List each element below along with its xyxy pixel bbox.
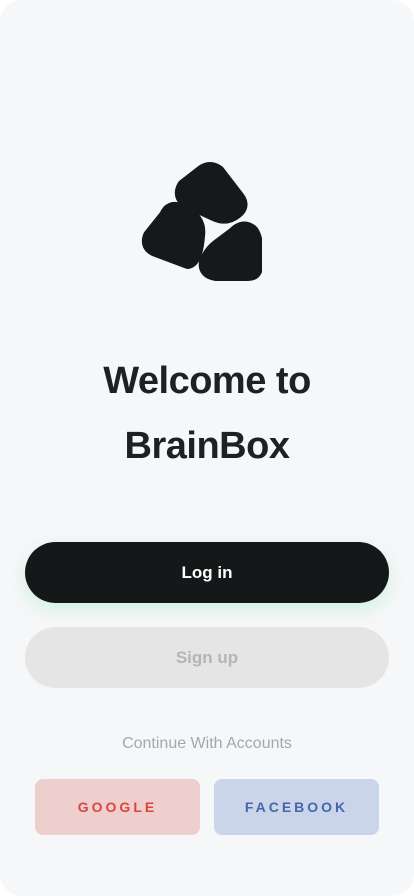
login-button[interactable]: Log in: [25, 542, 389, 603]
welcome-screen: Welcome to BrainBox Log in Sign up Conti…: [0, 0, 414, 896]
google-login-button[interactable]: GOOGLE: [35, 779, 200, 835]
facebook-login-button[interactable]: FACEBOOK: [214, 779, 379, 835]
signup-button[interactable]: Sign up: [25, 627, 389, 688]
continue-with-accounts-label: Continue With Accounts: [122, 735, 292, 752]
brainbox-logo-icon: [138, 162, 262, 284]
app-name-title: BrainBox: [124, 425, 290, 467]
welcome-title: Welcome to: [103, 360, 311, 402]
